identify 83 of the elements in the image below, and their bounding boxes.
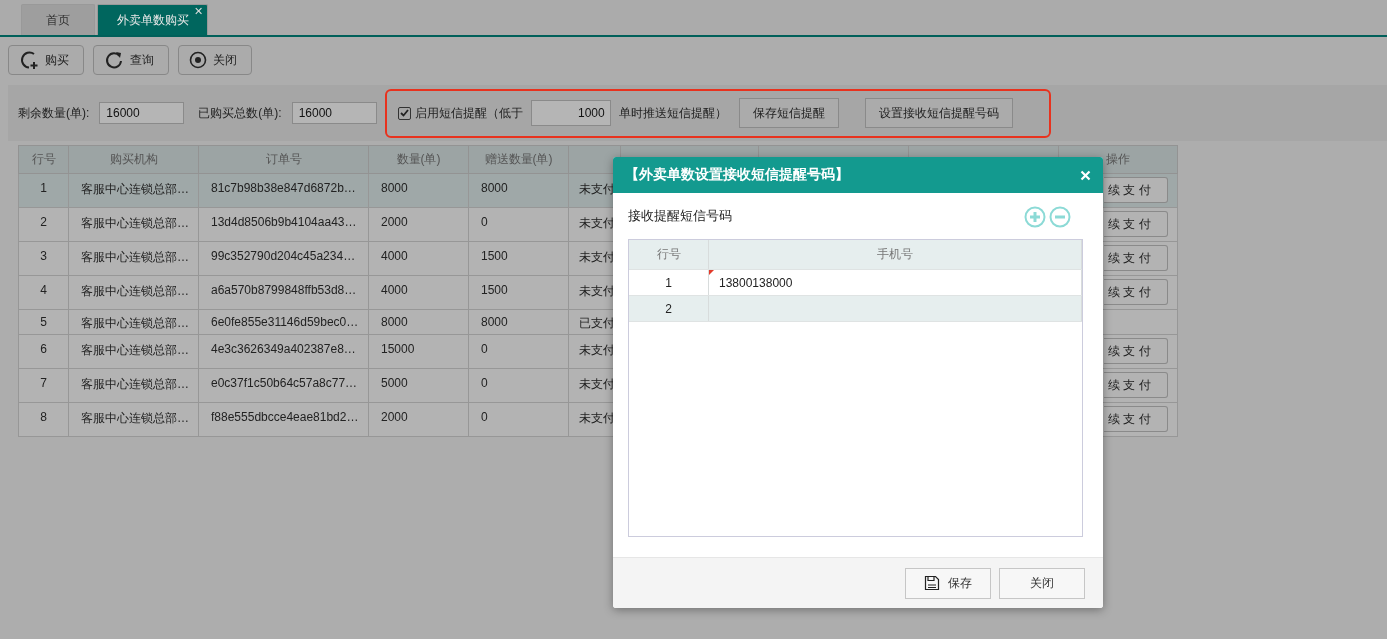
- table-cell: 客服中心连锁总部…: [68, 275, 199, 310]
- column-header: 订单号: [198, 145, 369, 174]
- toolbar-button[interactable]: 购买: [8, 45, 84, 75]
- column-header: 购买机构: [68, 145, 199, 174]
- table-cell: 1500: [468, 241, 569, 276]
- dialog-button[interactable]: 关闭: [999, 567, 1085, 599]
- toolbar-button[interactable]: 关闭: [178, 45, 252, 75]
- row-number: 6: [18, 334, 69, 369]
- table-cell: 客服中心连锁总部…: [68, 402, 199, 437]
- table-cell: 0: [468, 402, 569, 437]
- checkbox-label: 启用短信提醒（低于: [414, 104, 523, 122]
- close-icon[interactable]: [1080, 169, 1091, 181]
- column-header: 行号: [629, 240, 709, 269]
- table-cell: 8000: [368, 309, 469, 335]
- table-cell: 0: [468, 334, 569, 369]
- table-cell: 客服中心连锁总部…: [68, 334, 199, 369]
- pay-button[interactable]: 续 支 付: [1104, 338, 1168, 364]
- table-cell: 客服中心连锁总部…: [68, 241, 199, 276]
- action-button[interactable]: 设置接收短信提醒号码: [864, 98, 1013, 128]
- table-cell: 4000: [368, 241, 469, 276]
- tab[interactable]: 首页: [21, 4, 95, 35]
- table-cell: 客服中心连锁总部…: [68, 309, 199, 335]
- row-number: 3: [18, 241, 69, 276]
- table-cell: 2000: [368, 207, 469, 242]
- checkbox[interactable]: [397, 106, 411, 120]
- save-icon: [924, 575, 940, 591]
- row-number: 4: [18, 275, 69, 310]
- row-number: 1: [18, 173, 69, 208]
- pay-button[interactable]: 续 支 付: [1104, 177, 1168, 203]
- row-number: 2: [665, 301, 672, 316]
- table-cell: 4000: [368, 275, 469, 310]
- table-cell: 2000: [368, 402, 469, 437]
- grid-row[interactable]: 2: [629, 296, 1082, 322]
- pay-button[interactable]: 续 支 付: [1104, 211, 1168, 237]
- column-header: 赠送数量(单): [468, 145, 569, 174]
- table-cell: f88e555dbcce4eae81bd2…: [198, 402, 369, 437]
- action-button[interactable]: 保存短信提醒: [738, 98, 839, 128]
- table-cell: e0c37f1c50b64c57a8c77…: [198, 368, 369, 403]
- table-cell: 客服中心连锁总部…: [68, 207, 199, 242]
- pay-button[interactable]: 续 支 付: [1104, 406, 1168, 432]
- table-cell: 0: [468, 207, 569, 242]
- table-cell: 8000: [468, 173, 569, 208]
- table-cell: 81c7b98b38e847d6872b…: [198, 173, 369, 208]
- column-header: 手机号: [709, 240, 1082, 269]
- table-cell: 0: [468, 368, 569, 403]
- table-cell: a6a570b8799848ffb53d8…: [198, 275, 369, 310]
- section-label: 接收提醒短信号码: [628, 207, 732, 225]
- field-label: 已购买总数(单):: [198, 104, 282, 122]
- stop-icon: [189, 51, 207, 69]
- add-icon: [19, 50, 39, 70]
- pay-button[interactable]: 续 支 付: [1104, 245, 1168, 271]
- close-icon[interactable]: ✕: [194, 6, 203, 17]
- table-cell: 4e3c3626349a402387e8…: [198, 334, 369, 369]
- threshold-field[interactable]: 1000: [530, 100, 611, 126]
- table-cell: 1500: [468, 275, 569, 310]
- table-cell: 客服中心连锁总部…: [68, 173, 199, 208]
- table-cell: 13d4d8506b9b4104aa43…: [198, 207, 369, 242]
- table-cell: 5000: [368, 368, 469, 403]
- row-number: 1: [665, 275, 672, 290]
- input-field[interactable]: 16000: [99, 102, 185, 124]
- phone-number: 13800138000: [719, 275, 793, 290]
- input-field[interactable]: 16000: [291, 102, 377, 124]
- dialog-button[interactable]: 保存: [905, 567, 991, 599]
- pay-button[interactable]: 续 支 付: [1104, 279, 1168, 305]
- table-cell: 6e0fe855e31146d59bec0…: [198, 309, 369, 335]
- table-cell: 8000: [368, 173, 469, 208]
- field-label: 单时推送短信提醒）: [618, 104, 727, 122]
- toolbar-button[interactable]: 查询: [93, 45, 169, 75]
- tab[interactable]: 外卖单数购买 ✕: [97, 4, 208, 35]
- column-header: 行号: [18, 145, 69, 174]
- row-number: 2: [18, 207, 69, 242]
- refresh-icon: [104, 50, 124, 70]
- table-cell: 8000: [468, 309, 569, 335]
- table-cell: 客服中心连锁总部…: [68, 368, 199, 403]
- table-cell: 15000: [368, 334, 469, 369]
- field-label: 剩余数量(单):: [18, 104, 90, 122]
- row-number: 7: [18, 368, 69, 403]
- dialog-title: 【外卖单数设置接收短信提醒号码】: [625, 166, 849, 184]
- pay-button[interactable]: 续 支 付: [1104, 372, 1168, 398]
- row-number: 8: [18, 402, 69, 437]
- column-header: 数量(单): [368, 145, 469, 174]
- table-cell: 99c352790d204c45a234…: [198, 241, 369, 276]
- row-number: 5: [18, 309, 69, 335]
